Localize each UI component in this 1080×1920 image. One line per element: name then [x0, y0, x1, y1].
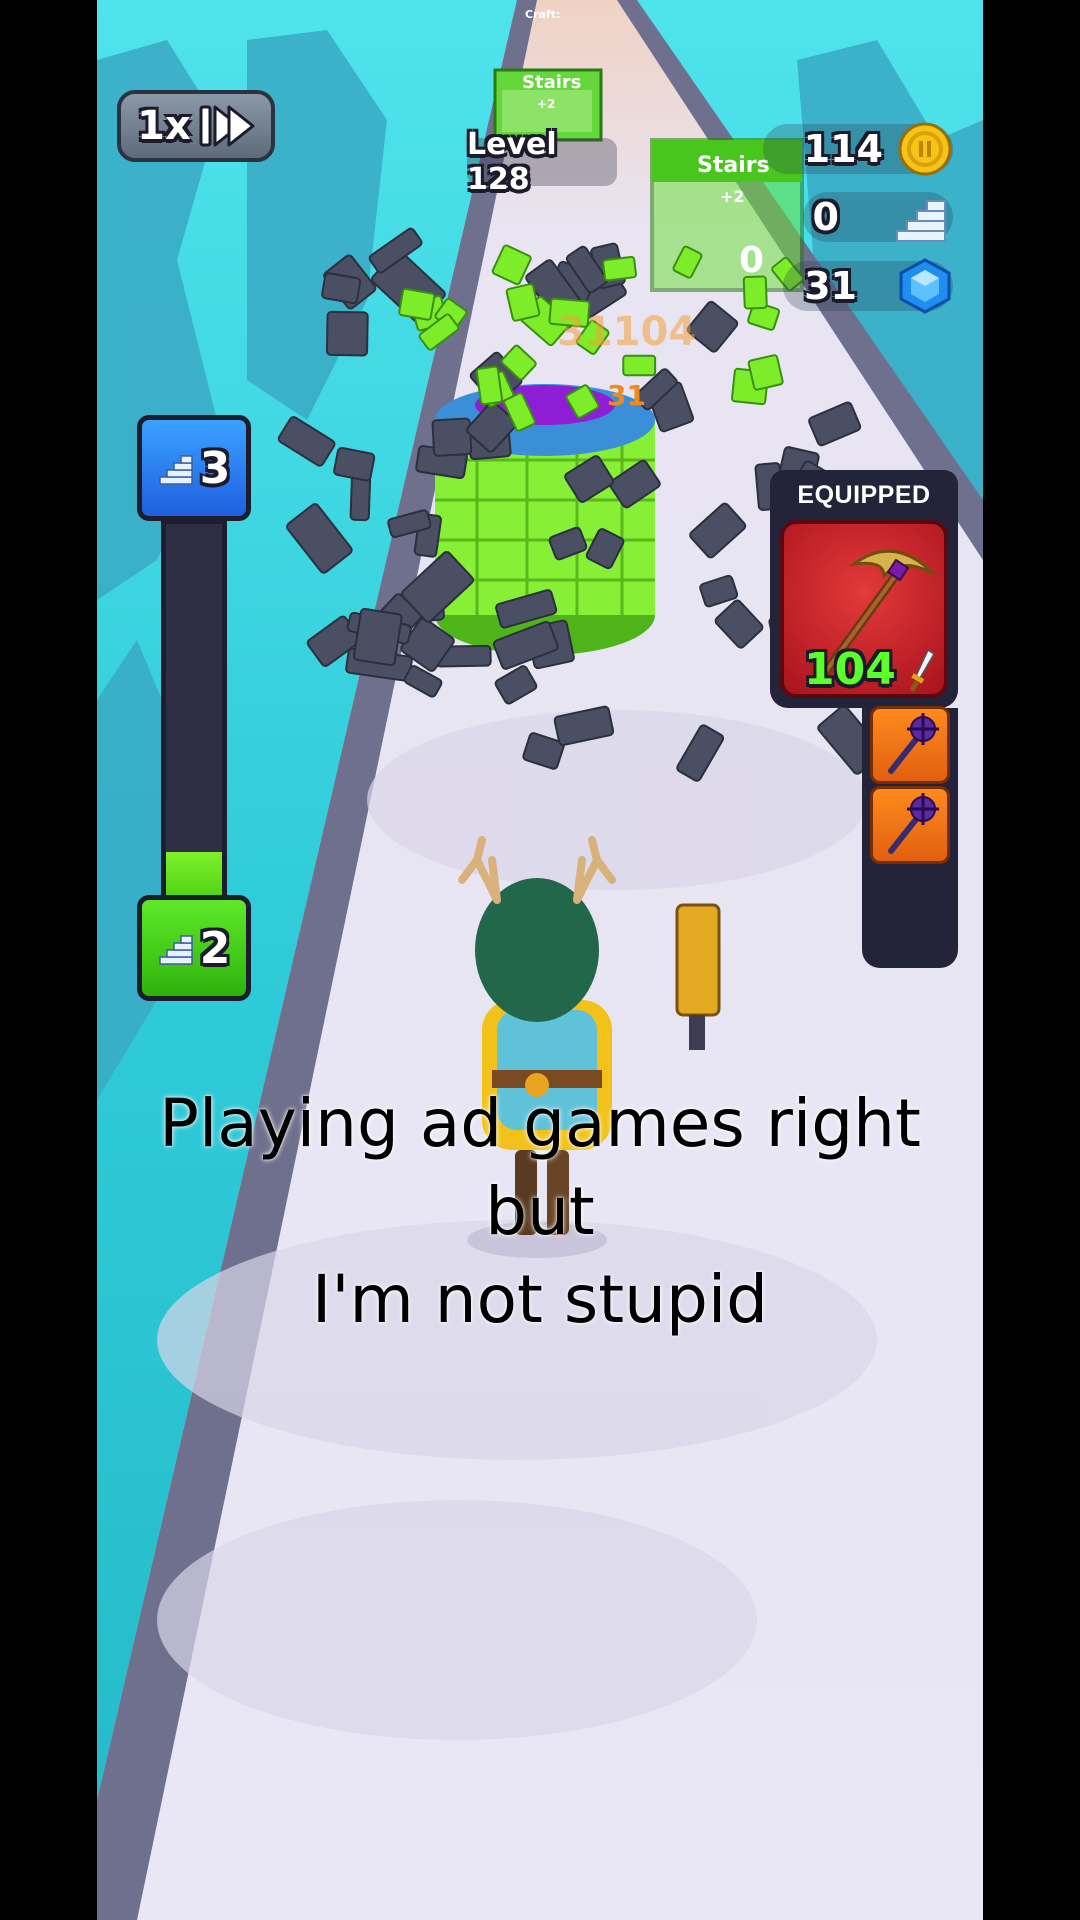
green-brick-chunk [475, 365, 503, 406]
sword-icon [909, 648, 936, 692]
green-brick-chunk [398, 287, 436, 321]
near-gate-count: 0 [739, 240, 764, 281]
green-brick-chunk [747, 354, 784, 391]
game-viewport[interactable]: 31104 31 Stairs Stairs +2 0 +2 Craft: 1x… [97, 0, 983, 1920]
gem-icon [899, 258, 951, 314]
coin-icon [898, 122, 952, 176]
stairs-icon [158, 935, 193, 965]
inventory-slot-1[interactable] [870, 706, 950, 784]
rock-chunk [431, 417, 473, 457]
stairs-counter: 0 [803, 186, 953, 248]
near-gate-bonus: +2 [720, 187, 745, 206]
small-damage-number: 31 [607, 379, 646, 412]
equipped-card: 104 [770, 512, 958, 708]
equipped-title: EQUIPPED [770, 470, 958, 520]
stairs-icon [896, 200, 946, 242]
inventory-slot-2[interactable] [870, 786, 950, 864]
next-stairs-number: 3 [199, 442, 231, 494]
coin-counter: 114 [763, 118, 953, 180]
far-gate-label: Stairs [522, 72, 581, 93]
equipped-panel: 104 EQUIPPED [770, 470, 958, 970]
caption-line-2: I'm not stupid [311, 1261, 769, 1338]
stairs-icon [158, 455, 193, 485]
weapon-power: 104 [804, 644, 896, 695]
equipped-weapon-slot[interactable]: 104 [780, 520, 948, 698]
green-brick-chunk [622, 354, 657, 377]
stairs-progress-meter: 3 2 [137, 415, 251, 1015]
green-brick-chunk [742, 275, 768, 310]
rock-chunk [321, 272, 362, 305]
current-stairs-number: 2 [199, 922, 231, 974]
far-gate-bonus: +2 [537, 97, 555, 111]
speed-label: 1x [137, 103, 191, 149]
rock-chunk [333, 446, 376, 482]
video-caption: Playing ad games right but I'm not stupi… [97, 1080, 983, 1344]
floating-damage-number: 31104 [557, 309, 696, 355]
fast-forward-icon [199, 105, 255, 147]
next-stairs-box: 3 [137, 415, 251, 521]
speed-toggle-button[interactable]: 1x [117, 90, 275, 162]
current-stairs-box: 2 [137, 895, 251, 1001]
green-brick-chunk [602, 255, 637, 282]
rock-chunk [325, 310, 369, 357]
progress-track [161, 519, 227, 919]
coin-count: 114 [803, 127, 883, 171]
stairs-count: 0 [812, 195, 839, 239]
near-gate-label: Stairs [697, 153, 770, 178]
caption-line-1: Playing ad games right but [159, 1085, 921, 1250]
rock-chunk [353, 607, 403, 667]
craft-label: Craft: [525, 8, 560, 21]
green-brick-chunk [505, 283, 541, 322]
mace-icon [888, 713, 939, 774]
rock-chunk [349, 474, 372, 522]
inventory-strip [862, 706, 958, 968]
gem-count: 31 [804, 264, 857, 308]
gem-counter: 31 [783, 255, 953, 317]
mace-icon [888, 793, 939, 854]
level-label: Level 128 [467, 127, 617, 197]
